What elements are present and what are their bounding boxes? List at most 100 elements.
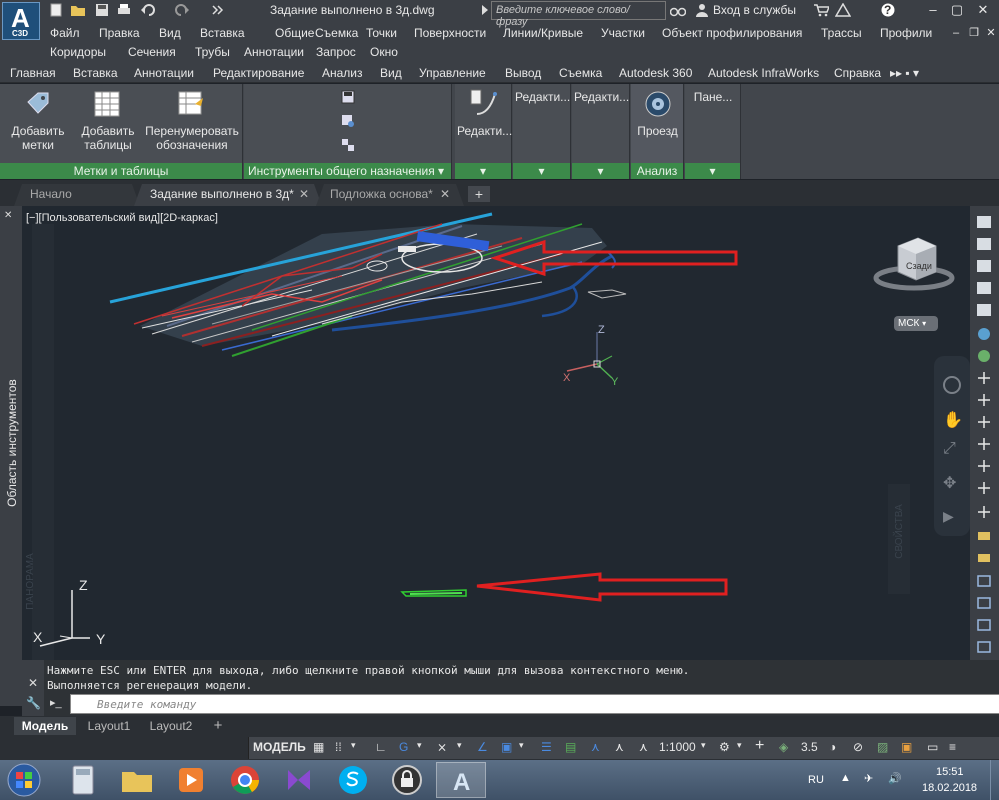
status-customize-icon[interactable]: ≡ bbox=[949, 740, 956, 754]
minimize-button[interactable]: – bbox=[922, 2, 944, 18]
menu-item-3[interactable]: Вставка bbox=[200, 26, 245, 40]
undo-icon[interactable] bbox=[140, 3, 156, 17]
command-prompt-icon[interactable]: ▸_ bbox=[50, 696, 66, 712]
menu-item-4[interactable]: Общие bbox=[275, 26, 314, 40]
maximize-button[interactable]: ▢ bbox=[946, 2, 968, 18]
close-button[interactable]: ✕ bbox=[972, 2, 994, 18]
binoculars-icon[interactable] bbox=[669, 3, 688, 17]
command-input[interactable]: Введите команду bbox=[70, 694, 999, 714]
panels-label[interactable]: Пане... bbox=[687, 90, 739, 104]
object-snap-icon[interactable]: ▣ bbox=[501, 740, 512, 754]
ribbon-tab-8[interactable]: Съемка bbox=[559, 66, 602, 80]
panel-edit-2-expander[interactable]: ▾ bbox=[513, 163, 570, 179]
taskbar-civil3d-icon[interactable]: A bbox=[436, 762, 486, 798]
zoom-extents-icon[interactable]: ⤢ bbox=[943, 440, 956, 458]
tray-expand-icon[interactable]: ▲ bbox=[840, 772, 851, 784]
cart-icon[interactable] bbox=[813, 3, 831, 17]
menu-item-10[interactable]: Объект профилирования bbox=[662, 26, 802, 40]
transparency-icon[interactable]: ▤ bbox=[565, 740, 576, 754]
add-labels-icon[interactable] bbox=[24, 90, 52, 118]
object-snap-tracking-icon[interactable]: ∠ bbox=[477, 740, 488, 754]
taskbar-vpn-lock-icon[interactable] bbox=[382, 762, 432, 798]
menu-item-row2-0[interactable]: Коридоры bbox=[50, 45, 106, 59]
ribbon-tab-2[interactable]: Аннотации bbox=[134, 66, 194, 80]
ucs-menu[interactable]: МСК ▾ bbox=[894, 316, 938, 331]
renumber-tags-button[interactable]: Перенумеровать обозначения bbox=[143, 124, 241, 152]
isodraft-dropdown-icon[interactable]: ▾ bbox=[457, 740, 462, 751]
orbit-icon[interactable]: ✥ bbox=[943, 473, 956, 493]
ribbon-tab-4[interactable]: Анализ bbox=[322, 66, 363, 80]
ortho-icon[interactable]: ∟ bbox=[375, 740, 387, 754]
taskbar-visual-studio-icon[interactable] bbox=[274, 762, 324, 798]
tab-current-close-icon[interactable]: ✕ bbox=[299, 184, 309, 206]
toolbar-lock-icon[interactable]: ▣ bbox=[901, 740, 912, 754]
menu-item-row2-3[interactable]: Аннотации bbox=[244, 45, 304, 59]
ribbon-tab-11[interactable]: Справка bbox=[834, 66, 881, 80]
taskbar-chrome-icon[interactable] bbox=[220, 762, 270, 798]
add-layout-button[interactable]: + bbox=[206, 717, 230, 735]
doc-close-button[interactable]: ✕ bbox=[980, 25, 999, 41]
taskbar-skype-icon[interactable] bbox=[328, 762, 378, 798]
steering-wheel-icon[interactable] bbox=[943, 376, 961, 394]
add-tables-button[interactable]: Добавить таблицы bbox=[76, 124, 140, 152]
edit-3-label[interactable]: Редакти... bbox=[574, 90, 629, 104]
tray-volume-icon[interactable]: 🔊 bbox=[888, 772, 902, 785]
menu-item-2[interactable]: Вид bbox=[159, 26, 181, 40]
pan-hand-icon[interactable]: ✋ bbox=[943, 410, 963, 430]
isodraft-icon[interactable]: ⨯ bbox=[437, 740, 447, 754]
tool-small-3-icon[interactable] bbox=[341, 138, 355, 152]
panel-edit-3-expander[interactable]: ▾ bbox=[572, 163, 629, 179]
menu-item-6[interactable]: Точки bbox=[366, 26, 397, 40]
print-icon[interactable] bbox=[116, 3, 132, 17]
ribbon-tab-6[interactable]: Управление bbox=[419, 66, 486, 80]
ribbon-tabs-overflow-icon[interactable]: ▸▸ ▪ ▾ bbox=[890, 66, 919, 80]
ribbon-tab-0[interactable]: Главная bbox=[10, 66, 56, 80]
redo-icon[interactable] bbox=[174, 3, 190, 17]
renumber-tags-icon[interactable] bbox=[177, 90, 205, 118]
viewport-label[interactable]: [−][Пользовательский вид][2D-каркас] bbox=[26, 212, 218, 224]
ribbon-tab-5[interactable]: Вид bbox=[380, 66, 402, 80]
annotation-visibility-icon[interactable]: ⋏ bbox=[591, 740, 600, 754]
grid-icon[interactable]: ▦ bbox=[313, 740, 324, 754]
tab-current-drawing[interactable]: Задание выполнено в 3д* bbox=[142, 184, 294, 206]
lineweight-value[interactable]: 3.5 bbox=[801, 740, 818, 754]
command-line-close-icon[interactable]: ✕ bbox=[28, 676, 38, 690]
menu-item-11[interactable]: Трассы bbox=[821, 26, 862, 40]
command-line-grip[interactable]: ✕ 🔧 bbox=[22, 660, 44, 716]
taskbar-explorer-icon[interactable] bbox=[112, 762, 162, 798]
start-button[interactable] bbox=[4, 762, 44, 798]
ribbon-tab-3[interactable]: Редактирование bbox=[213, 66, 304, 80]
tab-model[interactable]: Модель bbox=[14, 717, 76, 735]
isolate-objects-icon[interactable]: ⊘ bbox=[853, 740, 863, 754]
workspace-dropdown-icon[interactable]: ▾ bbox=[737, 740, 742, 751]
add-labels-button[interactable]: Добавить метки bbox=[6, 124, 70, 152]
annotation-scale-icon[interactable]: ⋏ bbox=[639, 740, 648, 754]
application-menu-button[interactable]: A C3D bbox=[2, 2, 40, 40]
new-tab-button[interactable]: + bbox=[468, 186, 490, 202]
menu-item-row2-4[interactable]: Запрос bbox=[316, 45, 356, 59]
sign-in-button[interactable]: Вход в службы bbox=[713, 3, 796, 18]
quick-properties-icon[interactable]: ▨ bbox=[877, 740, 888, 754]
drive-button[interactable]: Проезд bbox=[631, 124, 684, 138]
tab-base-close-icon[interactable]: ✕ bbox=[440, 184, 450, 206]
tab-start[interactable]: Начало bbox=[22, 184, 72, 206]
save-icon[interactable] bbox=[94, 3, 110, 17]
ribbon-tab-9[interactable]: Autodesk 360 bbox=[619, 66, 692, 80]
edit-alignment-icon[interactable] bbox=[469, 88, 499, 118]
drawing-viewport[interactable]: [−][Пользовательский вид][2D-каркас] Сза… bbox=[22, 206, 970, 660]
object-snap-dropdown-icon[interactable]: ▾ bbox=[519, 740, 524, 751]
menu-item-row2-2[interactable]: Трубы bbox=[195, 45, 230, 59]
search-input[interactable]: Введите ключевое слово/фразу bbox=[491, 1, 666, 28]
show-desktop-button[interactable] bbox=[990, 760, 999, 800]
polar-dropdown-icon[interactable]: ▾ bbox=[417, 740, 422, 751]
ribbon-tab-1[interactable]: Вставка bbox=[73, 66, 118, 80]
tray-network-icon[interactable]: ✈ bbox=[864, 772, 873, 785]
menu-item-row2-1[interactable]: Сечения bbox=[128, 45, 176, 59]
snap-icon[interactable]: ⁞⁞ bbox=[335, 740, 342, 754]
menu-item-9[interactable]: Участки bbox=[601, 26, 645, 40]
model-space-toggle[interactable]: МОДЕЛЬ bbox=[253, 740, 306, 754]
tool-small-1-icon[interactable] bbox=[341, 90, 355, 104]
menu-item-1[interactable]: Правка bbox=[99, 26, 140, 40]
layer-isolate-icon[interactable]: ◈ bbox=[779, 740, 788, 754]
menu-item-0[interactable]: Файл bbox=[50, 26, 80, 40]
